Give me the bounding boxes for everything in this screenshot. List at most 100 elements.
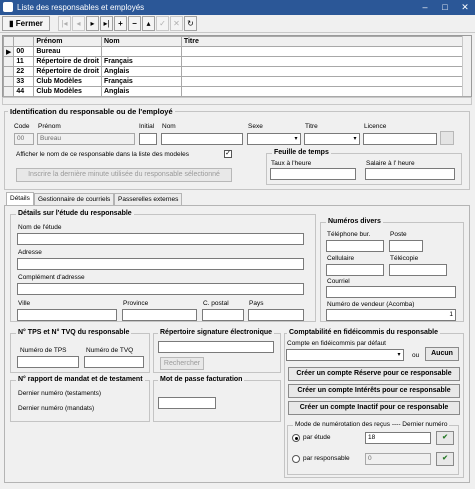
table-row[interactable]: 22 Répertoire de droit Anglais: [2, 66, 472, 77]
grid-col-prenom[interactable]: Prénom: [33, 36, 102, 47]
email-label: Courriel: [327, 278, 350, 285]
last-record-icon[interactable]: ▸|: [100, 16, 113, 31]
sexe-select[interactable]: ▾: [247, 133, 301, 145]
tps-field[interactable]: [17, 356, 79, 368]
address2-field[interactable]: [17, 283, 304, 295]
tab-external-gateways[interactable]: Passerelles externes: [114, 193, 183, 205]
licence-field[interactable]: [363, 133, 437, 145]
create-reserve-account-button[interactable]: Créer un compte Réserve pour ce responsa…: [288, 367, 460, 381]
nom-field[interactable]: [161, 133, 243, 145]
study-details-title: Détails sur l'étude du responsable: [16, 210, 134, 217]
delete-record-icon[interactable]: −: [128, 16, 141, 31]
lock-icon[interactable]: [440, 131, 454, 145]
inscrire-minute-button[interactable]: Inscrire la dernière minute utilisée du …: [16, 168, 232, 182]
tvq-field[interactable]: [84, 356, 144, 368]
grid-cell-code: 22: [13, 66, 35, 77]
fermer-button[interactable]: ▮ Fermer: [2, 16, 50, 31]
refresh-icon[interactable]: ↻: [184, 16, 197, 31]
billing-password-field[interactable]: [158, 397, 216, 409]
hourly-rate-field[interactable]: [270, 168, 356, 180]
signature-path-field[interactable]: [158, 341, 274, 353]
table-row[interactable]: 11 Répertoire de droit Français: [2, 56, 472, 67]
numbers-title: Numéros divers: [326, 218, 383, 225]
code-field[interactable]: 00: [14, 133, 34, 145]
edit-record-icon[interactable]: ▴: [142, 16, 155, 31]
title-bar: Liste des responsables et employés – □ ✕: [0, 0, 475, 15]
app-icon: [3, 2, 13, 12]
window-title: Liste des responsables et employés: [17, 3, 145, 12]
cell-label: Cellulaire: [327, 255, 355, 262]
confirm-responsible-icon[interactable]: ✔: [436, 452, 454, 466]
firm-name-field[interactable]: [17, 233, 304, 245]
none-button[interactable]: Aucun: [425, 347, 459, 361]
row-header: [2, 56, 15, 67]
tvq-label: Numéro de TVQ: [86, 347, 134, 354]
search-signature-button[interactable]: Rechercher: [160, 357, 204, 370]
sexe-label: Sexe: [248, 123, 263, 130]
province-field[interactable]: [122, 309, 197, 321]
create-interest-account-button[interactable]: Créer un compte Intérêts pour ce respons…: [288, 384, 460, 398]
office-phone-field[interactable]: [326, 240, 384, 252]
confirm-firm-icon[interactable]: ✔: [436, 431, 454, 445]
by-firm-radio[interactable]: [292, 434, 300, 442]
table-row[interactable]: ▶ 00 Bureau: [2, 46, 472, 57]
postal-code-field[interactable]: [202, 309, 244, 321]
vendor-field[interactable]: 1: [326, 309, 456, 321]
fax-field[interactable]: [389, 264, 447, 276]
prenom-field[interactable]: Bureau: [37, 133, 135, 145]
chevron-down-icon: ▾: [294, 136, 298, 142]
chevron-down-icon: ▾: [353, 136, 357, 142]
hourly-salary-field[interactable]: [365, 168, 455, 180]
city-field[interactable]: [17, 309, 117, 321]
city-label: Ville: [18, 300, 31, 307]
cancel-edit-icon[interactable]: ✕: [170, 16, 183, 31]
chevron-down-icon: ▾: [397, 352, 401, 358]
grid-cell-nom: Français: [100, 76, 182, 87]
initial-field[interactable]: [139, 133, 157, 145]
by-responsible-radio[interactable]: [292, 455, 300, 463]
grid-vertical-scrollbar[interactable]: [462, 36, 471, 96]
tab-email-manager[interactable]: Gestionnaire de courriels: [34, 193, 115, 205]
grid-col-nom[interactable]: Nom: [100, 36, 182, 47]
by-responsible-number-field[interactable]: 0: [365, 453, 431, 465]
cell-field[interactable]: [326, 264, 384, 276]
first-record-icon[interactable]: |◂: [58, 16, 71, 31]
address-field[interactable]: [17, 258, 304, 270]
default-trust-select[interactable]: ▾: [286, 349, 404, 361]
post-edit-icon[interactable]: ✓: [156, 16, 169, 31]
table-row[interactable]: 33 Club Modèles Français: [2, 76, 472, 87]
country-label: Pays: [249, 300, 264, 307]
next-record-icon[interactable]: ▸: [86, 16, 99, 31]
maximize-icon[interactable]: □: [435, 0, 455, 15]
extension-label: Poste: [390, 231, 407, 238]
titre-select[interactable]: ▾: [304, 133, 360, 145]
create-inactive-account-button[interactable]: Créer un compte Inactif pour ce responsa…: [288, 401, 460, 415]
prenom-label: Prénom: [38, 123, 61, 130]
employee-grid[interactable]: Prénom Nom Titre ▶ 00 Bureau 11 Répertoi…: [2, 35, 472, 97]
receipt-numbering-title: Mode de numérotation des reçus ---- Dern…: [293, 421, 450, 428]
add-record-icon[interactable]: +: [114, 16, 127, 31]
mandate-title: N° rapport de mandat et de testament: [16, 376, 145, 383]
tax-title: N° TPS et N° TVQ du responsable: [16, 329, 132, 336]
show-name-checkbox[interactable]: ✓: [224, 150, 232, 158]
current-row-indicator: ▶: [2, 46, 15, 57]
country-field[interactable]: [248, 309, 304, 321]
grid-cell-nom: Anglais: [100, 66, 182, 77]
extension-field[interactable]: [389, 240, 423, 252]
grid-horizontal-scrollbar[interactable]: [2, 97, 472, 105]
minimize-icon[interactable]: –: [415, 0, 435, 15]
email-field[interactable]: [326, 286, 456, 298]
tab-details[interactable]: Détails: [6, 192, 34, 205]
tps-label: Numéro de TPS: [20, 347, 67, 354]
last-testaments-label: Dernier numéro (testaments): [18, 390, 102, 397]
prev-record-icon[interactable]: ◂: [72, 16, 85, 31]
vendor-label: Numéro de vendeur (Acomba): [327, 301, 415, 308]
mandate-group: [10, 380, 150, 422]
grid-col-titre[interactable]: Titre: [180, 36, 472, 47]
by-firm-number-field[interactable]: 18: [365, 432, 431, 444]
close-window-icon[interactable]: ✕: [455, 0, 475, 15]
grid-cell-titre: [180, 56, 472, 67]
table-row[interactable]: 44 Club Modèles Anglais: [2, 86, 472, 97]
grid-corner: [2, 36, 15, 47]
grid-col-code[interactable]: [13, 36, 35, 47]
